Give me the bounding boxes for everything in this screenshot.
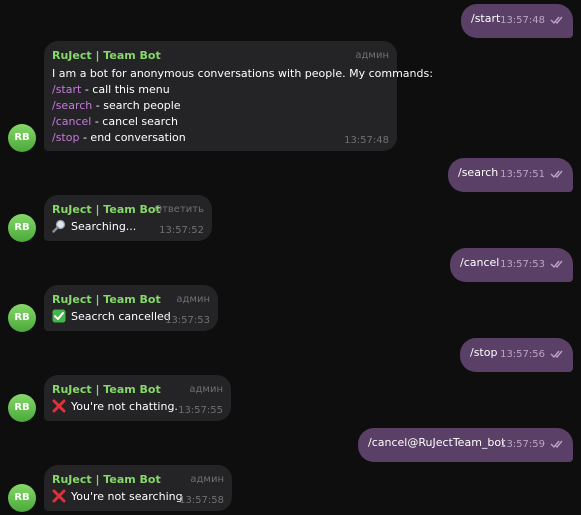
- message-text: /cancel@RuJectTeam_bot: [368, 436, 506, 449]
- chat-history[interactable]: /start 13:57:48 RB RuJect | Team Bot адм…: [0, 0, 581, 515]
- message-text: You're not chatting.: [71, 399, 178, 413]
- double-check-icon: [550, 350, 563, 359]
- outgoing-message[interactable]: /cancel 13:57:53: [450, 248, 573, 282]
- message-body: Seacrch cancelled: [52, 309, 171, 323]
- outgoing-message[interactable]: /start 13:57:48: [461, 4, 573, 38]
- command-link[interactable]: /stop: [52, 131, 79, 144]
- avatar[interactable]: RB: [8, 304, 36, 332]
- message-time: 13:57:56: [500, 349, 545, 360]
- command-line: /start - call this menu: [52, 83, 170, 96]
- outgoing-message[interactable]: /search 13:57:51: [448, 158, 573, 192]
- message-time: 13:57:59: [500, 439, 545, 450]
- message-time: 13:57:48: [344, 135, 389, 146]
- command-line: /search - search people: [52, 99, 181, 112]
- magnifier-emoji-icon: [52, 219, 66, 233]
- message-body: You're not searching: [52, 489, 183, 503]
- double-check-icon: [550, 16, 563, 25]
- message-text: You're not searching: [71, 489, 183, 503]
- command-line: /cancel - cancel search: [52, 115, 178, 128]
- cross-mark-emoji-icon: [52, 489, 66, 503]
- command-desc: - call this menu: [81, 83, 170, 96]
- message-body: Searching...: [52, 219, 136, 233]
- command-desc: - search people: [92, 99, 181, 112]
- check-mark-emoji-icon: [52, 309, 66, 323]
- reply-button[interactable]: Ответить: [154, 204, 204, 215]
- sender-name[interactable]: RuJect | Team Bot: [52, 383, 161, 396]
- message-time: 13:57:53: [165, 315, 210, 326]
- message-text: Seacrch cancelled: [71, 309, 171, 323]
- incoming-message[interactable]: RuJect | Team Bot админ You're not searc…: [44, 465, 232, 511]
- message-time: 13:57:58: [179, 495, 224, 506]
- outgoing-message[interactable]: /cancel@RuJectTeam_bot 13:57:59: [358, 428, 573, 462]
- message-text: Searching...: [71, 219, 137, 233]
- admin-tag: админ: [190, 474, 224, 485]
- cross-mark-emoji-icon: [52, 399, 66, 413]
- command-link[interactable]: /cancel: [52, 115, 91, 128]
- outgoing-message[interactable]: /stop 13:57:56: [460, 338, 573, 372]
- command-link[interactable]: /start: [52, 83, 81, 96]
- sender-name[interactable]: RuJect | Team Bot: [52, 203, 161, 216]
- incoming-message[interactable]: RuJect | Team Bot админ You're not chatt…: [44, 375, 231, 421]
- double-check-icon: [550, 260, 563, 269]
- command-line: /stop - end conversation: [52, 131, 186, 144]
- sender-name[interactable]: RuJect | Team Bot: [52, 293, 161, 306]
- avatar[interactable]: RB: [8, 124, 36, 152]
- command-link[interactable]: /search: [52, 99, 92, 112]
- incoming-message[interactable]: RuJect | Team Bot админ I am a bot for a…: [44, 41, 433, 151]
- command-desc: - cancel search: [91, 115, 178, 128]
- message-time: 13:57:53: [500, 259, 545, 270]
- message-text: /stop: [470, 346, 498, 359]
- sender-name[interactable]: RuJect | Team Bot: [52, 49, 161, 62]
- message-text: /search: [458, 166, 499, 179]
- admin-tag: админ: [355, 50, 389, 61]
- admin-tag: админ: [189, 384, 223, 395]
- incoming-message[interactable]: RuJect | Team Bot Ответить Searching... …: [44, 195, 212, 241]
- message-body: You're not chatting.: [52, 399, 178, 413]
- avatar[interactable]: RB: [8, 394, 36, 422]
- command-desc: - end conversation: [79, 131, 186, 144]
- message-time: 13:57:52: [159, 225, 204, 236]
- message-text: /start: [471, 12, 501, 25]
- message-text: /cancel: [460, 256, 500, 269]
- avatar[interactable]: RB: [8, 214, 36, 242]
- admin-tag: админ: [176, 294, 210, 305]
- incoming-message[interactable]: RuJect | Team Bot админ Seacrch cancelle…: [44, 285, 218, 331]
- message-time: 13:57:55: [178, 405, 223, 416]
- avatar[interactable]: RB: [8, 484, 36, 512]
- double-check-icon: [550, 170, 563, 179]
- double-check-icon: [550, 440, 563, 449]
- message-time: 13:57:48: [500, 15, 545, 26]
- sender-name[interactable]: RuJect | Team Bot: [52, 473, 161, 486]
- message-time: 13:57:51: [500, 169, 545, 180]
- message-text: I am a bot for anonymous conversations w…: [52, 67, 433, 80]
